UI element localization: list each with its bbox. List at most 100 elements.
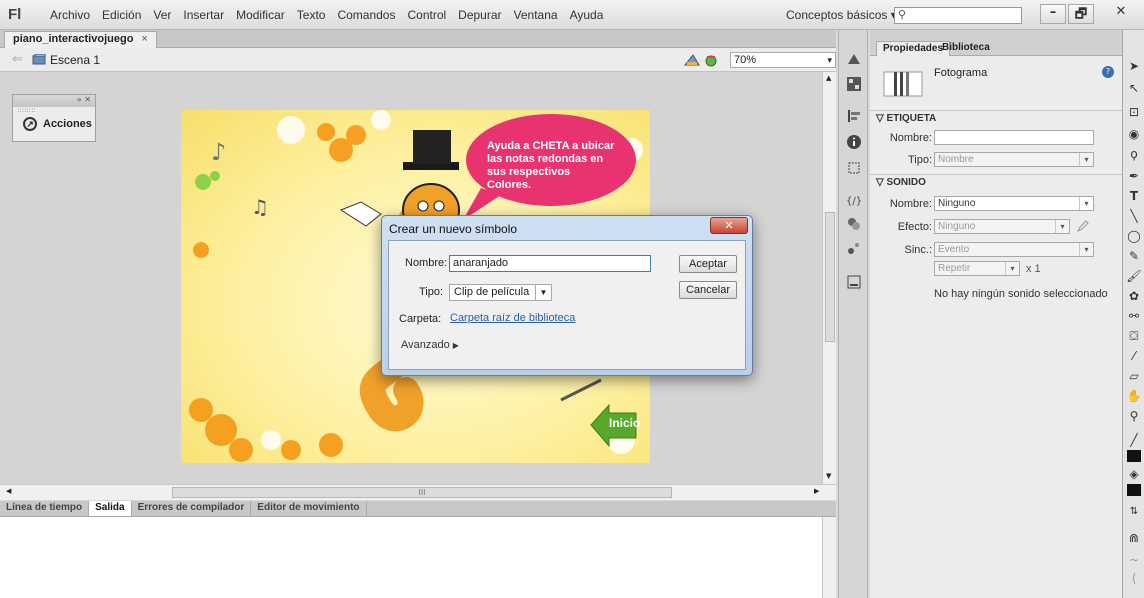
selection-tool-icon[interactable]: ➤	[1126, 58, 1142, 74]
home-button[interactable]: Inicio	[609, 416, 640, 430]
subselection-tool-icon[interactable]: ↖	[1126, 80, 1142, 96]
info-icon[interactable]	[846, 134, 862, 150]
accept-button[interactable]: Aceptar	[679, 255, 737, 273]
chevron-down-icon: ▼	[535, 285, 551, 300]
scroll-right-icon[interactable]: ▶	[814, 487, 819, 495]
menu-modificar[interactable]: Modificar	[230, 8, 291, 22]
workspace-label: Conceptos básicos	[786, 8, 888, 22]
label-name-input[interactable]	[934, 130, 1094, 145]
etiqueta-section-header[interactable]: ▽ ETIQUETA	[876, 113, 936, 124]
3d-rotation-tool-icon[interactable]: ◉	[1126, 126, 1142, 142]
menu-ver[interactable]: Ver	[147, 8, 177, 22]
line-tool-icon[interactable]: ╲	[1126, 208, 1142, 224]
menu-insertar[interactable]: Insertar	[177, 8, 230, 22]
menu-edicion[interactable]: Edición	[96, 8, 147, 22]
sound-repeat-count[interactable]: x 1	[1026, 263, 1041, 275]
tab-compiler-errors[interactable]: Errores de compilador	[132, 501, 252, 516]
stroke-color-swatch[interactable]	[1127, 450, 1141, 462]
menu-comandos[interactable]: Comandos	[331, 8, 401, 22]
scroll-thumb[interactable]: III	[172, 487, 672, 498]
snap-icon[interactable]: ⋒	[1126, 530, 1142, 546]
fill-color-swatch[interactable]	[1127, 484, 1141, 496]
sonido-section-header[interactable]: ▽ SONIDO	[876, 177, 926, 188]
menu-control[interactable]: Control	[401, 8, 452, 22]
tab-output[interactable]: Salida	[89, 501, 132, 516]
bone-tool-icon[interactable]: ⚯	[1126, 308, 1142, 324]
menu-ventana[interactable]: Ventana	[508, 8, 564, 22]
menu-depurar[interactable]: Depurar	[452, 8, 507, 22]
scene-bar: ⇐ Escena 1 70% ▾	[0, 48, 836, 72]
tab-timeline[interactable]: Línea de tiempo	[0, 501, 90, 516]
eraser-tool-icon[interactable]: ▱	[1126, 368, 1142, 384]
symbol-type-select[interactable]: Clip de película ▼	[449, 284, 552, 301]
edit-symbols-icon[interactable]	[683, 53, 723, 67]
scroll-down-icon[interactable]: ▼	[826, 472, 831, 480]
swatches-icon[interactable]	[846, 76, 862, 92]
transform-icon[interactable]	[846, 160, 862, 176]
restore-button[interactable]: 🗗	[1068, 4, 1094, 24]
zoom-select[interactable]: 70% ▾	[730, 52, 836, 68]
tab-library[interactable]: Biblioteca	[936, 41, 996, 56]
project-icon[interactable]	[846, 274, 862, 290]
zoom-tool-icon[interactable]: ⚲	[1126, 408, 1142, 424]
oval-tool-icon[interactable]: ◯	[1126, 228, 1142, 244]
minimize-button[interactable]: –	[1040, 4, 1066, 24]
actions-button[interactable]: ↗ Acciones	[23, 117, 92, 131]
search-input[interactable]: ⚲	[894, 7, 1022, 24]
deco-tool-icon[interactable]: ✿	[1126, 288, 1142, 304]
label-type-select[interactable]: Nombre ▾	[934, 152, 1094, 167]
svg-text:{/}: {/}	[846, 196, 862, 207]
folder-link[interactable]: Carpeta raíz de biblioteca	[450, 312, 575, 324]
back-arrow-icon[interactable]: ⇐	[12, 52, 23, 67]
close-window-button[interactable]: ✕	[1108, 4, 1134, 24]
scene-label[interactable]: Escena 1	[50, 53, 100, 67]
sound-effect-select[interactable]: Ninguno ▾	[934, 219, 1070, 234]
sound-repeat-select[interactable]: Repetir ▾	[934, 261, 1020, 276]
stage-vertical-scrollbar[interactable]: ▲ ▼	[822, 72, 836, 484]
fill-color-icon[interactable]: ◈	[1126, 466, 1142, 482]
cancel-button[interactable]: Cancelar	[679, 281, 737, 299]
stroke-color-icon[interactable]: ╱	[1126, 432, 1142, 448]
tab-motion-editor[interactable]: Editor de movimiento	[251, 501, 367, 516]
motion-presets-icon[interactable]	[846, 240, 862, 256]
pencil-tool-icon[interactable]: ✎	[1126, 248, 1142, 264]
sound-sync-select[interactable]: Evento ▾	[934, 242, 1094, 257]
chevron-down-icon: ▾	[1055, 220, 1069, 233]
eyedropper-tool-icon[interactable]: ⁄	[1126, 348, 1142, 364]
pen-tool-icon[interactable]: ✒	[1126, 168, 1142, 184]
paint-bucket-tool-icon[interactable]: ⛋	[1126, 328, 1142, 344]
advanced-toggle[interactable]: Avanzado ▶	[401, 339, 459, 351]
menu-texto[interactable]: Texto	[291, 8, 332, 22]
output-area[interactable]	[0, 517, 822, 598]
menu-ayuda[interactable]: Ayuda	[564, 8, 610, 22]
components-icon[interactable]	[846, 216, 862, 232]
text-tool-icon[interactable]: T	[1126, 188, 1142, 204]
color-icon[interactable]	[846, 52, 862, 68]
swap-colors-icon[interactable]: ⇅	[1126, 504, 1142, 520]
free-transform-tool-icon[interactable]: ⊡	[1126, 104, 1142, 120]
panel-grip: ::::::::	[17, 106, 36, 114]
align-icon[interactable]	[846, 108, 862, 124]
hand-tool-icon[interactable]: ✋	[1126, 388, 1142, 404]
scroll-left-icon[interactable]: ◀	[6, 487, 11, 495]
stage-horizontal-scrollbar[interactable]: ◀ III ▶	[0, 484, 836, 500]
document-tab[interactable]: piano_interactivojuego ×	[4, 31, 157, 48]
workspace-switcher[interactable]: Conceptos básicos ▾	[786, 8, 897, 22]
symbol-name-input[interactable]: anaranjado	[449, 255, 651, 272]
sound-name-select[interactable]: Ninguno ▾	[934, 196, 1094, 211]
scroll-thumb[interactable]	[825, 212, 835, 342]
scroll-up-icon[interactable]: ▲	[826, 74, 831, 82]
create-symbol-dialog: Crear un nuevo símbolo ✕ Nombre: anaranj…	[381, 215, 753, 376]
straighten-icon[interactable]: ⟨	[1126, 570, 1142, 586]
menu-archivo[interactable]: Archivo	[44, 8, 96, 22]
brush-tool-icon[interactable]: 🖌	[1126, 268, 1142, 284]
close-tab-icon[interactable]: ×	[141, 33, 147, 45]
smooth-icon[interactable]: ~	[1126, 552, 1142, 568]
dialog-close-button[interactable]: ✕	[710, 217, 748, 234]
document-tab-bar: piano_interactivojuego ×	[0, 30, 836, 48]
help-icon[interactable]: ?	[1102, 66, 1114, 78]
pencil-icon[interactable]	[1076, 219, 1090, 233]
lasso-tool-icon[interactable]: ϙ	[1126, 146, 1142, 162]
output-scrollbar[interactable]	[822, 517, 836, 598]
code-snippets-icon[interactable]: {/}	[846, 192, 862, 208]
